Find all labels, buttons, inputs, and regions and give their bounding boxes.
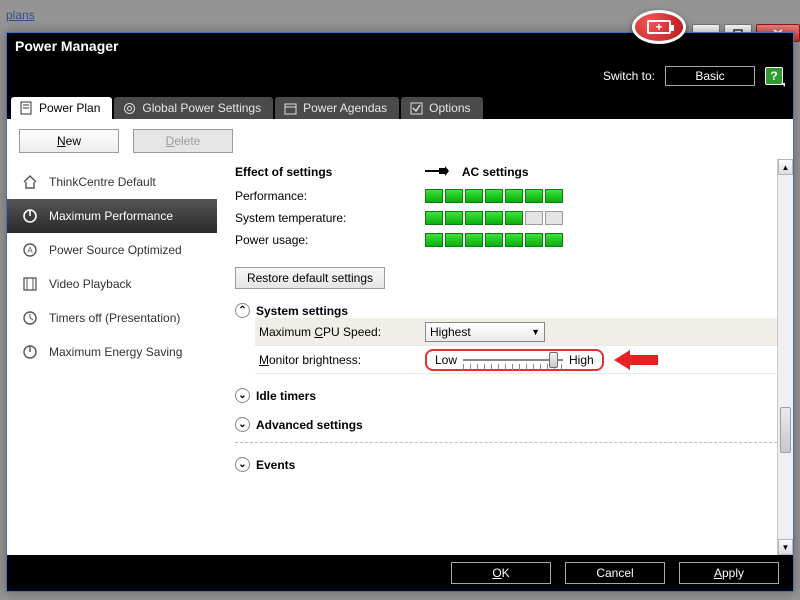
section-system-settings[interactable]: ⌃ System settings [235, 303, 787, 318]
chevron-down-icon: ▼ [531, 327, 540, 337]
cpu-speed-label: Maximum CPU Speed: [255, 325, 425, 339]
brightness-high-label: High [569, 353, 594, 367]
ok-button[interactable]: OK [451, 562, 551, 584]
expand-icon: ⌄ [235, 417, 250, 432]
performance-bars [425, 189, 563, 203]
switch-to-label: Switch to: [603, 69, 655, 83]
expand-icon: ⌄ [235, 457, 250, 472]
effect-label: System temperature: [235, 211, 425, 225]
switch-basic-button[interactable]: Basic [665, 66, 755, 86]
slider-thumb[interactable] [549, 352, 558, 368]
section-idle-timers[interactable]: ⌄ Idle timers [235, 388, 787, 403]
temperature-bars [425, 211, 563, 225]
plug-icon [425, 166, 453, 176]
collapse-icon: ⌃ [235, 303, 250, 318]
delete-button: Delete [133, 129, 233, 153]
setting-max-cpu-speed: Maximum CPU Speed: Highest ▼ [255, 318, 787, 346]
restore-label: Restore default settings [247, 271, 373, 285]
scroll-down-button[interactable]: ▼ [778, 539, 793, 555]
battery-badge-icon: + [632, 10, 686, 44]
expand-icon: ⌄ [235, 388, 250, 403]
plan-label: Video Playback [49, 277, 132, 291]
ac-settings-header: AC settings [425, 165, 529, 179]
setting-monitor-brightness: Monitor brightness: Low High [255, 346, 787, 374]
brightness-label: Monitor brightness: [255, 353, 425, 367]
tab-power-plan[interactable]: Power Plan [11, 97, 112, 119]
power-manager-dialog: Power Manager Switch to: Basic ? Power P… [6, 32, 794, 592]
plan-maximum-energy-saving[interactable]: Maximum Energy Saving [7, 335, 217, 369]
power-usage-bars [425, 233, 563, 247]
plan-label: ThinkCentre Default [49, 175, 156, 189]
effect-power-usage-row: Power usage: [235, 233, 787, 247]
help-glyph: ? [770, 69, 777, 83]
red-arrow-icon [614, 350, 658, 370]
cpu-speed-value: Highest [430, 325, 471, 339]
section-events[interactable]: ⌄ Events [235, 457, 787, 472]
scroll-thumb[interactable] [780, 407, 791, 453]
tab-label: Power Plan [39, 101, 100, 115]
effect-label: Performance: [235, 189, 425, 203]
section-title: System settings [256, 304, 348, 318]
plan-thinkcentre-default[interactable]: ThinkCentre Default [7, 165, 217, 199]
plan-label: Power Source Optimized [49, 243, 182, 257]
main-panel: Effect of settings AC settings Performan… [217, 159, 793, 555]
plan-label: Maximum Energy Saving [49, 345, 182, 359]
power-icon [21, 207, 39, 225]
home-icon [21, 173, 39, 191]
effects-header: Effect of settings [235, 165, 425, 179]
plan-power-source-optimized[interactable]: A Power Source Optimized [7, 233, 217, 267]
switch-bar: Switch to: Basic ? [7, 59, 793, 93]
effect-temperature-row: System temperature: [235, 211, 787, 225]
restore-defaults-button[interactable]: Restore default settings [235, 267, 385, 289]
switch-basic-label: Basic [695, 69, 724, 83]
scroll-up-button[interactable]: ▲ [778, 159, 793, 175]
tab-bar: Power Plan Global Power Settings Power A… [7, 93, 793, 119]
plan-label: Timers off (Presentation) [49, 311, 180, 325]
section-title: Events [256, 458, 295, 472]
cpu-speed-dropdown[interactable]: Highest ▼ [425, 322, 545, 342]
auto-icon: A [21, 241, 39, 259]
dialog-title: Power Manager [15, 38, 118, 54]
tab-label: Power Agendas [303, 101, 387, 115]
tab-options[interactable]: Options [401, 97, 482, 119]
power-icon [21, 343, 39, 361]
section-title: Advanced settings [256, 418, 363, 432]
section-title: Idle timers [256, 389, 316, 403]
document-icon [19, 101, 33, 115]
power-plan-list: ThinkCentre Default Maximum Performance … [7, 159, 217, 555]
tab-global-power-settings[interactable]: Global Power Settings [114, 97, 273, 119]
plan-timers-off[interactable]: Timers off (Presentation) [7, 301, 217, 335]
plan-video-playback[interactable]: Video Playback [7, 267, 217, 301]
vertical-scrollbar[interactable]: ▲ ▼ [777, 159, 793, 555]
brightness-low-label: Low [435, 353, 457, 367]
effect-performance-row: Performance: [235, 189, 787, 203]
film-icon [21, 275, 39, 293]
plan-label: Maximum Performance [49, 209, 173, 223]
dialog-footer: OK Cancel Apply [7, 555, 793, 591]
checkbox-icon [409, 101, 423, 115]
brightness-slider[interactable] [463, 356, 563, 364]
tab-label: Options [429, 101, 470, 115]
effect-label: Power usage: [235, 233, 425, 247]
calendar-icon [283, 101, 297, 115]
clock-off-icon [21, 309, 39, 327]
gear-icon [122, 101, 136, 115]
section-advanced-settings[interactable]: ⌄ Advanced settings [235, 417, 787, 432]
help-icon[interactable]: ? [765, 67, 783, 85]
svg-text:A: A [27, 246, 33, 255]
tab-power-agendas[interactable]: Power Agendas [275, 97, 399, 119]
new-button[interactable]: New [19, 129, 119, 153]
tab-label: Global Power Settings [142, 101, 261, 115]
brightness-highlight: Low High [425, 349, 604, 371]
apply-button[interactable]: Apply [679, 562, 779, 584]
plan-maximum-performance[interactable]: Maximum Performance [7, 199, 217, 233]
cancel-button[interactable]: Cancel [565, 562, 665, 584]
